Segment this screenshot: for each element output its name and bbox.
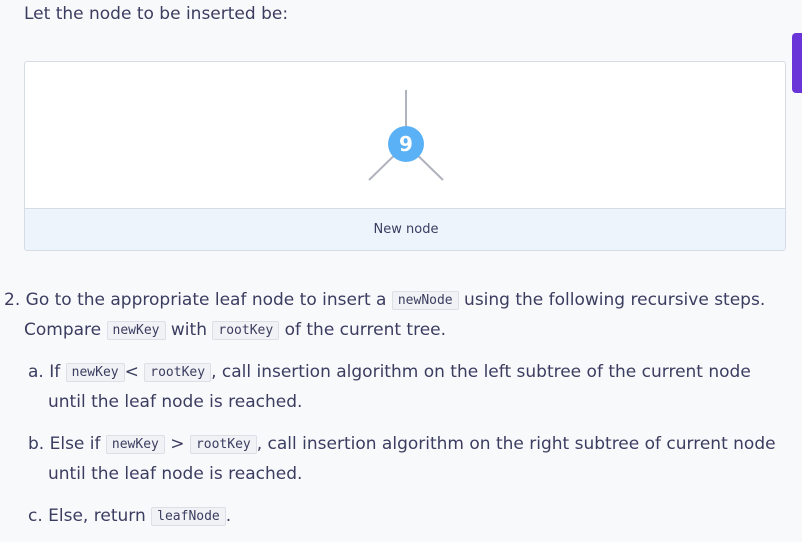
- operator: >: [170, 434, 185, 454]
- step-a-text: until the leaf node is reached.: [48, 392, 303, 412]
- step-b-line-2: until the leaf node is reached.: [28, 462, 794, 492]
- figure-caption: New node: [25, 208, 785, 250]
- new-node-figure: 9 New node: [24, 61, 786, 251]
- step-2-text: with: [170, 320, 207, 340]
- step-a-label: a. If: [28, 362, 61, 382]
- step-2-text: Go to the appropriate leaf node to inser…: [25, 290, 387, 310]
- insertion-steps: 2. Go to the appropriate leaf node to in…: [4, 288, 794, 534]
- step-a: a. If newKey < rootKey, call insertion al…: [28, 360, 794, 420]
- step-a-line-2: until the leaf node is reached.: [28, 390, 794, 420]
- code-rootkey: rootKey: [144, 363, 212, 382]
- step-c-label: c. Else, return: [28, 506, 146, 526]
- step-b-label: b. Else if: [28, 434, 101, 454]
- code-newkey: newKey: [65, 363, 125, 382]
- code-rootkey: rootKey: [189, 435, 257, 454]
- node-value: 9: [399, 132, 413, 156]
- step-a-text: , call insertion algorithm on the left s…: [211, 362, 751, 382]
- code-newnode: newNode: [391, 291, 459, 310]
- step-b-text: , call insertion algorithm on the right …: [256, 434, 776, 454]
- code-leafnode: leafNode: [151, 507, 226, 526]
- step-2-text: of the current tree.: [284, 320, 447, 340]
- step-c: c. Else, return leafNode.: [28, 504, 794, 534]
- step-2-number: 2.: [4, 290, 21, 310]
- code-newkey: newKey: [105, 435, 165, 454]
- step-c-end: .: [225, 506, 232, 526]
- step-b-text: until the leaf node is reached.: [48, 464, 303, 484]
- step-2-text: Compare: [24, 320, 102, 340]
- step-2-line-2: Compare newKey with rootKey of the curre…: [4, 318, 794, 348]
- new-node-diagram: 9: [368, 90, 444, 181]
- operator: <: [124, 362, 139, 382]
- code-newkey: newKey: [106, 321, 166, 340]
- side-tab[interactable]: [792, 33, 802, 93]
- step-b-line-1: b. Else if newKey > rootKey, call insert…: [28, 432, 794, 462]
- step-c-line-1: c. Else, return leafNode.: [28, 504, 794, 534]
- intro-text: Let the node to be inserted be:: [24, 4, 289, 24]
- step-a-line-1: a. If newKey < rootKey, call insertion al…: [28, 360, 794, 390]
- step-2-text: using the following recursive steps.: [464, 290, 766, 310]
- step-2-line-1: 2. Go to the appropriate leaf node to in…: [4, 288, 794, 318]
- code-rootkey: rootKey: [212, 321, 280, 340]
- step-b: b. Else if newKey > rootKey, call insert…: [28, 432, 794, 492]
